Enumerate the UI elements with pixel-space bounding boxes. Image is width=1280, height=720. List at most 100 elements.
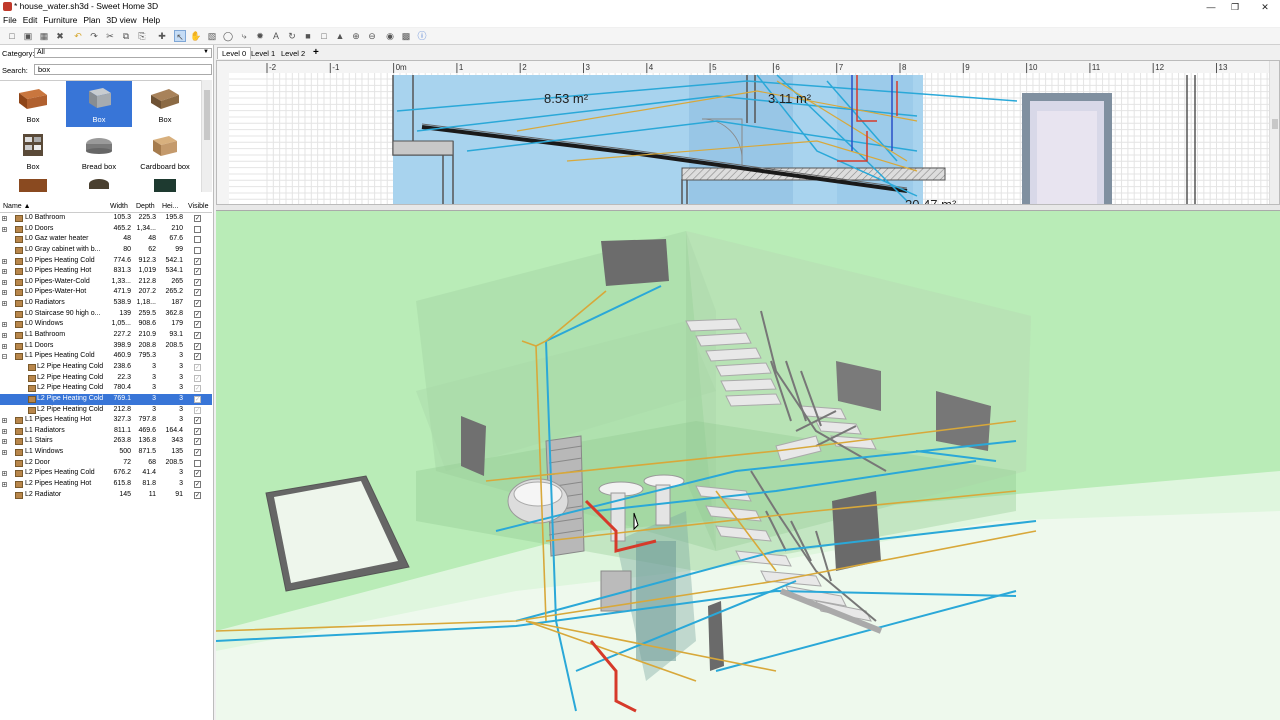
cut-icon[interactable]: ✖ <box>54 30 66 42</box>
table-row[interactable]: + L1 Pipes Heating Hot 327.3 797.8 3 ✓ <box>0 415 212 426</box>
table-row[interactable]: L2 Pipe Heating Cold 780.4 3 3 ✓ <box>0 383 212 394</box>
create-walls-icon[interactable]: ▧ <box>206 30 218 42</box>
catalog-item-selected[interactable]: Box <box>66 81 132 127</box>
table-row[interactable]: L2 Pipe Heating Cold 238.6 3 3 ✓ <box>0 362 212 373</box>
create-video-icon[interactable]: ▩ <box>400 30 412 42</box>
table-row[interactable]: L2 Pipe Heating Cold 769.1 3 3 ✓ <box>0 393 212 405</box>
table-row[interactable]: − L1 Pipes Heating Cold 460.9 795.3 3 ✓ <box>0 351 212 362</box>
visible-checkbox[interactable]: ✓ <box>194 395 201 403</box>
expand-toggle-icon[interactable]: + <box>2 290 7 296</box>
catalog-item[interactable] <box>66 175 132 192</box>
scrollbar-thumb[interactable] <box>1272 119 1278 129</box>
visible-checkbox[interactable]: ✓ <box>194 363 201 371</box>
zoom-out-icon[interactable]: ⊖ <box>366 30 378 42</box>
expand-toggle-icon[interactable]: + <box>2 428 7 434</box>
table-row[interactable]: L2 Door 72 68 208.5 <box>0 458 212 469</box>
visible-checkbox[interactable]: ✓ <box>194 300 201 308</box>
expand-toggle-icon[interactable]: + <box>2 450 7 456</box>
create-polylines-icon[interactable]: ⤷ <box>238 30 250 42</box>
expand-toggle-icon[interactable]: + <box>2 343 7 349</box>
table-row[interactable]: L2 Radiator 145 11 91 ✓ <box>0 490 212 501</box>
table-row[interactable]: L2 Pipe Heating Cold 22.3 3 3 ✓ <box>0 373 212 384</box>
text-size-icon[interactable]: ▲ <box>334 30 346 42</box>
catalog-item[interactable] <box>132 175 198 192</box>
copy-icon[interactable]: ⧉ <box>120 30 132 42</box>
visible-checkbox[interactable]: ✓ <box>194 289 201 297</box>
visible-checkbox[interactable]: ✓ <box>194 321 201 329</box>
menu-file[interactable]: File <box>0 14 20 26</box>
visible-checkbox[interactable] <box>194 459 201 467</box>
expand-toggle-icon[interactable]: + <box>2 216 7 222</box>
catalog-item[interactable]: Cardboard box <box>132 128 198 174</box>
visible-checkbox[interactable] <box>194 246 201 254</box>
table-row[interactable]: + L1 Windows 500 871.5 135 ✓ <box>0 447 212 458</box>
visible-checkbox[interactable]: ✓ <box>194 215 201 222</box>
tab-level-2[interactable]: Level 2 <box>277 48 309 59</box>
table-row[interactable]: + L0 Pipes-Water-Cold 1,33... 212.8 265 ✓ <box>0 277 212 288</box>
table-row[interactable]: + L0 Doors 465.2 1,34... 210 <box>0 224 212 235</box>
search-input[interactable]: box <box>34 64 212 75</box>
visible-checkbox[interactable] <box>194 236 201 244</box>
menu-edit[interactable]: Edit <box>20 14 41 26</box>
save-icon[interactable]: ▦ <box>38 30 50 42</box>
column-name[interactable]: Name ▲ <box>3 203 31 210</box>
table-row[interactable]: L0 Gray cabinet with b... 80 62 99 <box>0 245 212 256</box>
visible-checkbox[interactable]: ✓ <box>194 406 201 414</box>
expand-toggle-icon[interactable]: + <box>2 279 7 285</box>
expand-toggle-icon[interactable]: + <box>2 471 7 477</box>
expand-toggle-icon[interactable]: + <box>2 333 7 339</box>
table-row[interactable]: + L2 Pipes Heating Hot 615.8 81.8 3 ✓ <box>0 479 212 490</box>
menu-help[interactable]: Help <box>140 14 163 26</box>
table-row[interactable]: L0 Gaz water heater 48 48 67.6 <box>0 234 212 245</box>
visible-checkbox[interactable]: ✓ <box>194 417 201 425</box>
menu-3d-view[interactable]: 3D view <box>103 14 139 26</box>
expand-toggle-icon[interactable]: + <box>2 439 7 445</box>
expand-toggle-icon[interactable]: + <box>2 301 7 307</box>
add-text-icon[interactable]: A <box>270 30 282 42</box>
catalog-item[interactable]: Box <box>0 81 66 127</box>
create-photo-icon[interactable]: ◉ <box>384 30 396 42</box>
tab-level-1[interactable]: Level 1 <box>247 48 279 59</box>
bold-icon[interactable]: ■ <box>302 30 314 42</box>
expand-toggle-icon[interactable]: + <box>2 482 7 488</box>
menu-plan[interactable]: Plan <box>80 14 103 26</box>
table-row[interactable]: + L1 Bathroom 227.2 210.9 93.1 ✓ <box>0 330 212 341</box>
visible-checkbox[interactable]: ✓ <box>194 257 201 265</box>
plan-view[interactable]: -2 -1 0m 1 2 3 4 5 6 7 8 9 10 11 12 13 8.53 m² 3.11 m² … <box>216 60 1280 205</box>
table-row[interactable]: L0 Staircase 90 high o... 139 259.5 362.8 ✓ <box>0 309 212 320</box>
expand-toggle-icon[interactable]: + <box>2 418 7 424</box>
rotate-text-icon[interactable]: ↻ <box>286 30 298 42</box>
table-row[interactable]: + L0 Radiators 538.9 1,18... 187 ✓ <box>0 298 212 309</box>
column-width[interactable]: Width <box>110 203 128 210</box>
category-select[interactable]: All ▼ <box>34 48 212 58</box>
table-row[interactable]: + L0 Pipes Heating Hot 831.3 1,019 534.1 ✓ <box>0 266 212 277</box>
table-row[interactable]: + L0 Pipes Heating Cold 774.6 912.3 542.1 ✓ <box>0 256 212 267</box>
visible-checkbox[interactable]: ✓ <box>194 491 201 499</box>
column-depth[interactable]: Depth <box>136 203 155 210</box>
3d-view[interactable] <box>216 211 1280 720</box>
expand-toggle-icon[interactable]: + <box>2 322 7 328</box>
add-furniture-icon[interactable]: ✚ <box>156 30 168 42</box>
help-icon[interactable]: ⓘ <box>416 30 428 42</box>
catalog-item[interactable]: Bread box <box>66 128 132 174</box>
expand-toggle-icon[interactable]: + <box>2 258 7 264</box>
open-icon[interactable]: ▣ <box>22 30 34 42</box>
visible-checkbox[interactable]: ✓ <box>194 470 201 478</box>
table-row[interactable]: + L1 Stairs 263.8 136.8 343 ✓ <box>0 436 212 447</box>
catalog-scrollbar[interactable] <box>201 80 212 192</box>
menu-furniture[interactable]: Furniture <box>40 14 80 26</box>
table-row[interactable]: + L2 Pipes Heating Cold 676.2 41.4 3 ✓ <box>0 468 212 479</box>
paste-icon[interactable]: ⎘ <box>136 30 148 42</box>
visible-checkbox[interactable]: ✓ <box>194 342 201 350</box>
close-button[interactable]: ✕ <box>1250 0 1280 14</box>
expand-toggle-icon[interactable]: − <box>2 354 7 360</box>
visible-checkbox[interactable]: ✓ <box>194 353 201 361</box>
visible-checkbox[interactable]: ✓ <box>194 332 201 340</box>
visible-checkbox[interactable]: ✓ <box>194 278 201 286</box>
table-row[interactable]: + L0 Windows 1,05... 908.6 179 ✓ <box>0 319 212 330</box>
column-height[interactable]: Hei... <box>162 203 178 210</box>
table-row[interactable]: + L1 Doors 398.9 208.8 208.5 ✓ <box>0 341 212 352</box>
visible-checkbox[interactable]: ✓ <box>194 481 201 489</box>
expand-toggle-icon[interactable]: + <box>2 269 7 275</box>
expand-toggle-icon[interactable]: + <box>2 226 7 232</box>
